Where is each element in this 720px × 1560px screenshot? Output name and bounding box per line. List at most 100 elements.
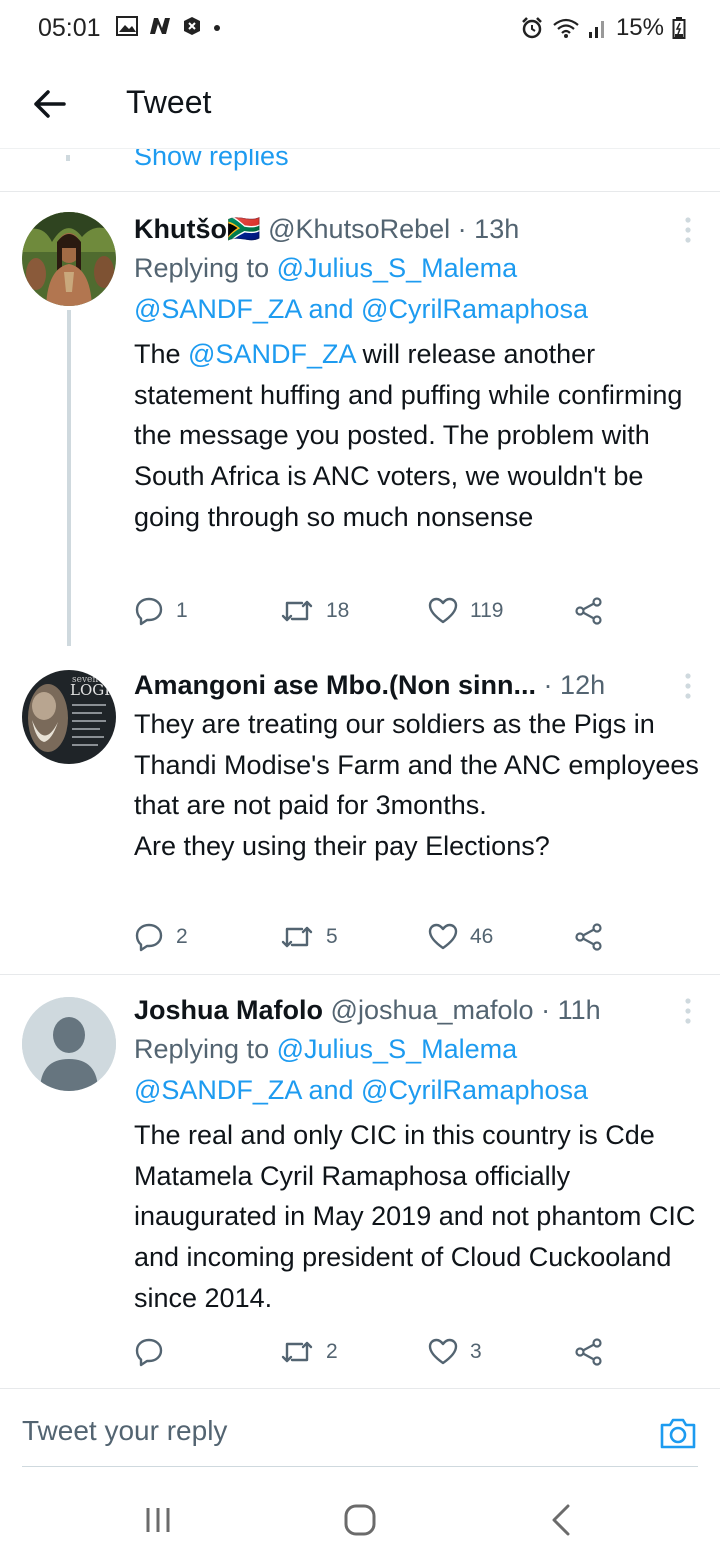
replying-prefix: Replying to bbox=[134, 253, 270, 283]
home-icon[interactable] bbox=[340, 1502, 380, 1538]
show-replies-link[interactable]: Show replies bbox=[0, 148, 720, 192]
share-button[interactable] bbox=[574, 922, 604, 952]
like-button[interactable]: 119 bbox=[428, 596, 503, 626]
share-icon bbox=[575, 923, 602, 951]
separator: · bbox=[457, 214, 467, 244]
heart-icon bbox=[428, 1338, 458, 1365]
reply-icon bbox=[135, 923, 163, 952]
tweet-time: 13h bbox=[474, 214, 520, 244]
author-name[interactable]: Amangoni ase Mbo.(Non sinn... bbox=[134, 670, 536, 700]
more-options-icon[interactable] bbox=[684, 216, 692, 244]
show-replies-label[interactable]: Show replies bbox=[134, 149, 289, 172]
replying-and[interactable]: and bbox=[308, 1075, 353, 1105]
tweet-khutso[interactable]: Khutšo🇿🇦 @KhutsoRebel · 13h Replying to … bbox=[0, 192, 720, 646]
battery-icon bbox=[672, 17, 686, 39]
replying-to: Replying to @Julius_S_Malema @SANDF_ZA a… bbox=[134, 248, 700, 330]
mention-link[interactable]: @CyrilRamaphosa bbox=[361, 1075, 588, 1105]
share-icon bbox=[575, 1338, 602, 1366]
mention-link[interactable]: @CyrilRamaphosa bbox=[361, 294, 588, 324]
retweet-button[interactable]: 5 bbox=[280, 922, 338, 952]
reply-button[interactable]: 1 bbox=[134, 596, 188, 626]
mention-link[interactable]: @SANDF_ZA bbox=[134, 294, 301, 324]
tweet-text: The real and only CIC in this country is… bbox=[134, 1120, 696, 1313]
mention-link[interactable]: @Julius_S_Malema bbox=[277, 1034, 518, 1064]
alarm-icon bbox=[522, 17, 542, 39]
author-handle[interactable]: @joshua_mafolo bbox=[331, 995, 534, 1025]
like-count: 119 bbox=[470, 599, 504, 622]
retweet-icon bbox=[281, 926, 313, 948]
author-name[interactable]: Joshua Mafolo bbox=[134, 995, 323, 1025]
mention-link[interactable]: @SANDF_ZA bbox=[188, 339, 355, 369]
share-icon bbox=[575, 597, 602, 625]
system-nav-bar bbox=[0, 1480, 720, 1560]
more-options-icon[interactable] bbox=[684, 672, 692, 700]
retweet-icon bbox=[281, 1341, 313, 1363]
like-count: 3 bbox=[470, 1340, 482, 1363]
retweet-button[interactable]: 18 bbox=[280, 596, 349, 626]
like-count: 46 bbox=[470, 925, 494, 948]
like-button[interactable]: 46 bbox=[428, 922, 493, 952]
tweet-content: Joshua Mafolo @joshua_mafolo · 11h Reply… bbox=[134, 993, 700, 1319]
heart-icon bbox=[428, 597, 458, 624]
tweet-content: Amangoni ase Mbo.(Non sinn... · 12h They… bbox=[134, 668, 700, 867]
replying-and[interactable]: and bbox=[308, 294, 353, 324]
separator: · bbox=[543, 670, 553, 700]
retweet-count: 5 bbox=[326, 925, 338, 948]
tweet-actions: 2 5 46 bbox=[134, 922, 614, 962]
recent-apps-icon[interactable] bbox=[138, 1502, 178, 1538]
thread-line bbox=[67, 310, 71, 646]
app-bar: Tweet bbox=[0, 60, 720, 152]
share-button[interactable] bbox=[574, 1337, 604, 1367]
n-icon bbox=[150, 18, 170, 34]
tweet-text-line: Are they using their pay Elections? bbox=[134, 831, 550, 862]
battery-percent: 15% bbox=[615, 14, 664, 41]
x-badge-icon bbox=[184, 17, 200, 35]
reply-input[interactable]: Tweet your reply bbox=[22, 1415, 227, 1447]
reply-icon bbox=[135, 597, 163, 626]
like-button[interactable]: 3 bbox=[428, 1337, 482, 1367]
gallery-icon bbox=[116, 16, 138, 36]
avatar[interactable] bbox=[22, 212, 116, 306]
retweet-button[interactable]: 2 bbox=[280, 1337, 338, 1367]
tweet-header: Khutšo🇿🇦 @KhutsoRebel · 13h bbox=[134, 212, 700, 246]
camera-icon[interactable] bbox=[658, 1415, 698, 1451]
tweet-text-line: They are treating our soldiers as the Pi… bbox=[134, 709, 699, 821]
author-name[interactable]: Khutšo bbox=[134, 214, 227, 244]
avatar[interactable]: seven LOGIC bbox=[22, 670, 116, 764]
reply-count: 1 bbox=[176, 599, 188, 622]
reply-count: 2 bbox=[176, 925, 188, 948]
share-button[interactable] bbox=[574, 596, 604, 626]
status-time: 05:01 bbox=[38, 14, 101, 42]
page-title: Tweet bbox=[126, 84, 212, 120]
retweet-count: 18 bbox=[326, 599, 350, 622]
replying-to: Replying to @Julius_S_Malema @SANDF_ZA a… bbox=[134, 1029, 700, 1111]
tweet-content: Khutšo🇿🇦 @KhutsoRebel · 13h Replying to … bbox=[134, 212, 700, 538]
tweet-amangoni[interactable]: seven LOGIC Amangoni ase Mbo.(Non sinn..… bbox=[0, 648, 720, 974]
reply-underline bbox=[22, 1466, 698, 1467]
reply-composer[interactable]: Tweet your reply bbox=[0, 1388, 720, 1468]
reply-button[interactable]: 2 bbox=[134, 922, 188, 952]
tweet-actions: 2 3 bbox=[134, 1337, 614, 1377]
more-options-icon[interactable] bbox=[684, 997, 692, 1025]
tweet-header: Amangoni ase Mbo.(Non sinn... · 12h bbox=[134, 668, 700, 702]
tweet-time: 11h bbox=[557, 995, 601, 1025]
mention-link[interactable]: @Julius_S_Malema bbox=[277, 253, 518, 283]
back-arrow-icon[interactable] bbox=[30, 84, 70, 124]
back-nav-icon[interactable] bbox=[542, 1502, 582, 1538]
author-handle[interactable]: @KhutsoRebel bbox=[268, 214, 450, 244]
dot-icon bbox=[214, 25, 220, 31]
flag-emoji: 🇿🇦 bbox=[226, 214, 261, 244]
retweet-icon bbox=[281, 600, 313, 622]
separator: · bbox=[541, 995, 551, 1025]
mention-link[interactable]: @SANDF_ZA bbox=[134, 1075, 301, 1105]
avatar-text: LOGIC bbox=[70, 681, 116, 699]
status-system-icons: 15% bbox=[520, 14, 686, 42]
status-bar: 05:01 15% bbox=[0, 0, 720, 60]
reply-button[interactable] bbox=[134, 1337, 176, 1367]
default-avatar[interactable] bbox=[22, 997, 116, 1091]
tweet-joshua[interactable]: Joshua Mafolo @joshua_mafolo · 11h Reply… bbox=[0, 975, 720, 1387]
status-notification-icons bbox=[116, 16, 222, 36]
tweet-time: 12h bbox=[560, 670, 606, 700]
heart-icon bbox=[428, 923, 458, 950]
replying-prefix: Replying to bbox=[134, 1034, 270, 1064]
